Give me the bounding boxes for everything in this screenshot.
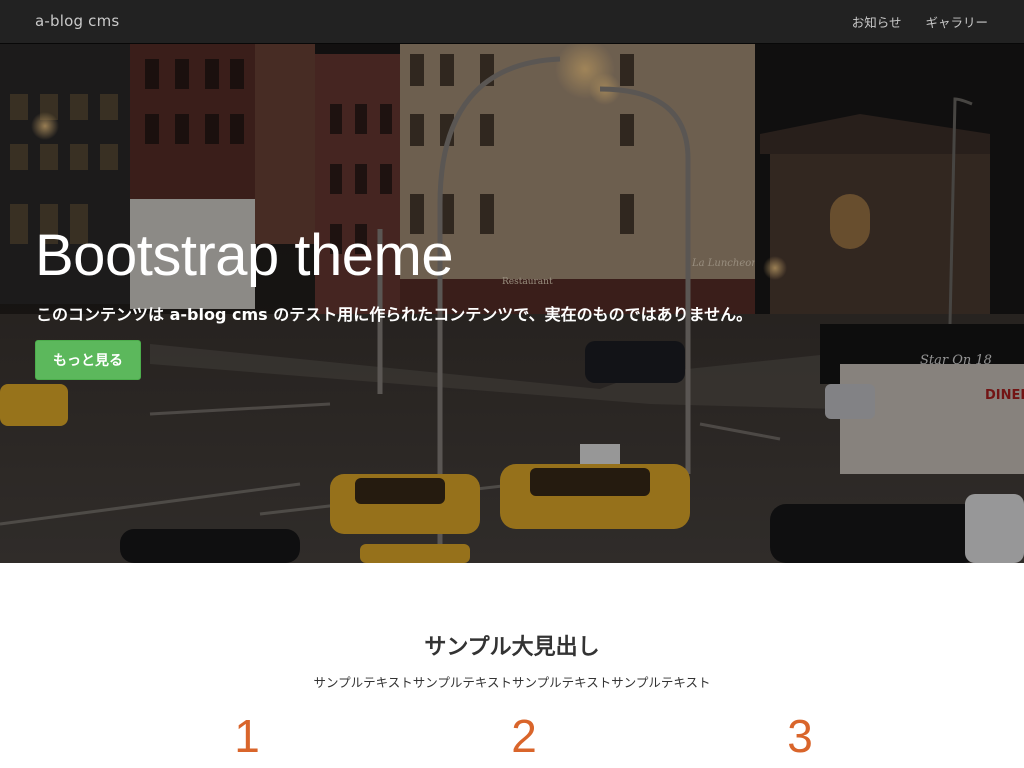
nav-links: お知らせ ギャラリー	[852, 12, 988, 31]
hero-subtitle: このコンテンツは a-blog cms のテスト用に作られたコンテンツで、実在の…	[36, 305, 753, 324]
nav-link-news[interactable]: お知らせ	[852, 12, 902, 31]
feature-number-2: 2	[511, 710, 537, 762]
nav-link-gallery[interactable]: ギャラリー	[925, 12, 988, 31]
more-button[interactable]: もっと見る	[35, 340, 141, 380]
section-heading: サンプル大見出し	[424, 635, 600, 660]
feature-number-3: 3	[787, 710, 813, 762]
brand-link[interactable]: a-blog cms	[35, 12, 119, 30]
hero-jumbotron: Restaurant La Luncheonette Star On 18 DI…	[0, 44, 1024, 563]
section-text: サンプルテキストサンプルテキストサンプルテキストサンプルテキスト	[313, 675, 711, 690]
hero-title: Bootstrap theme	[35, 223, 454, 288]
feature-number-1: 1	[234, 710, 260, 762]
top-navbar: a-blog cms お知らせ ギャラリー	[0, 0, 1024, 44]
